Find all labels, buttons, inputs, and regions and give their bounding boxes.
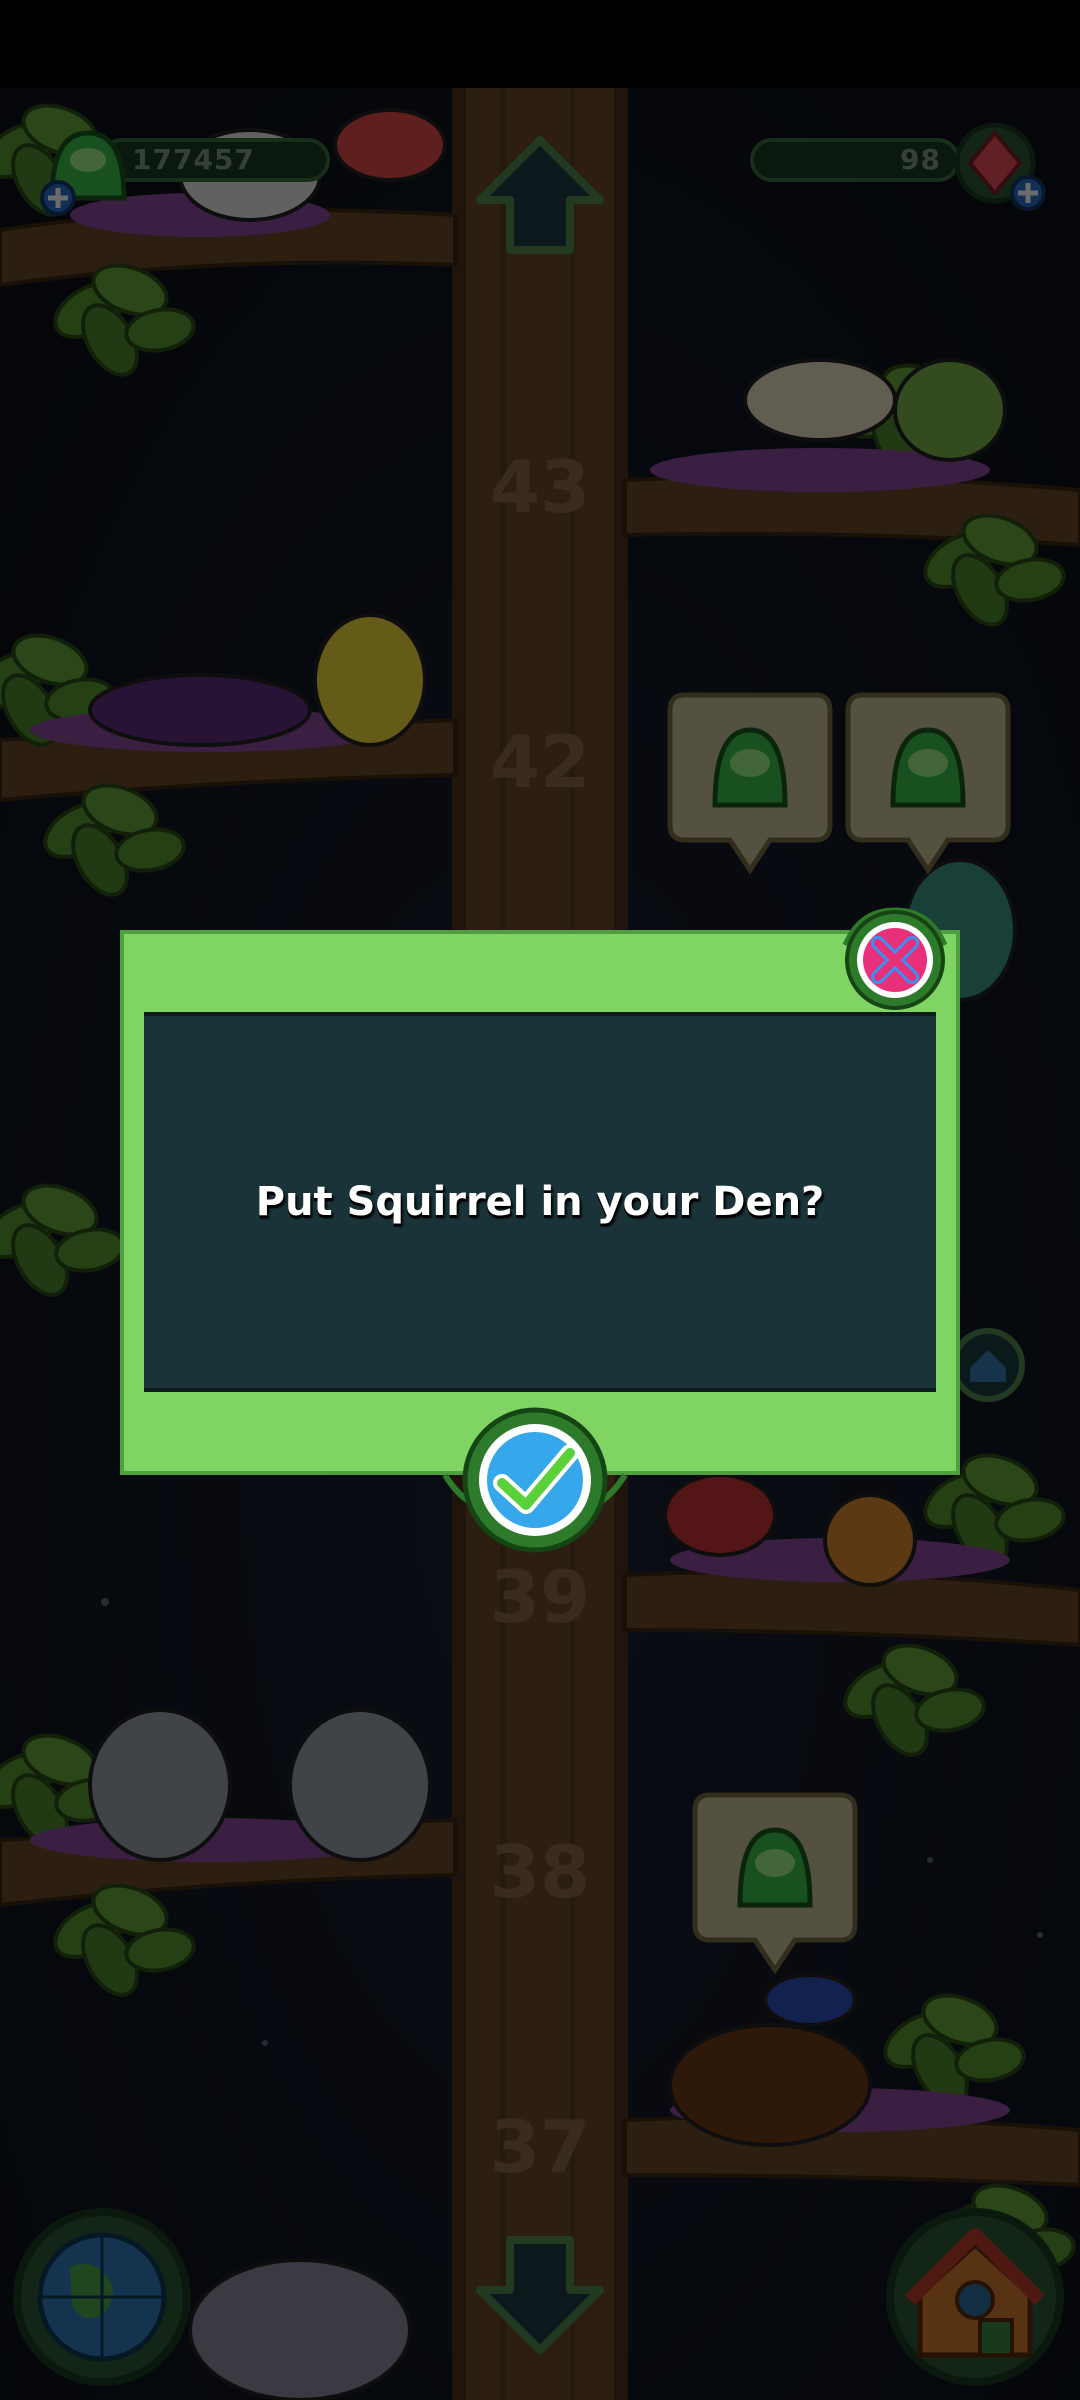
- dialog-message-panel: Put Squirrel in your Den?: [144, 1012, 936, 1392]
- confirm-dialog: Put Squirrel in your Den?: [120, 930, 960, 1475]
- confirm-button[interactable]: [440, 1405, 630, 1560]
- game-screen: 43 42 39 38 37 177457 98: [0, 0, 1080, 2400]
- close-button[interactable]: [840, 905, 950, 1015]
- dialog-message: Put Squirrel in your Den?: [255, 1179, 825, 1225]
